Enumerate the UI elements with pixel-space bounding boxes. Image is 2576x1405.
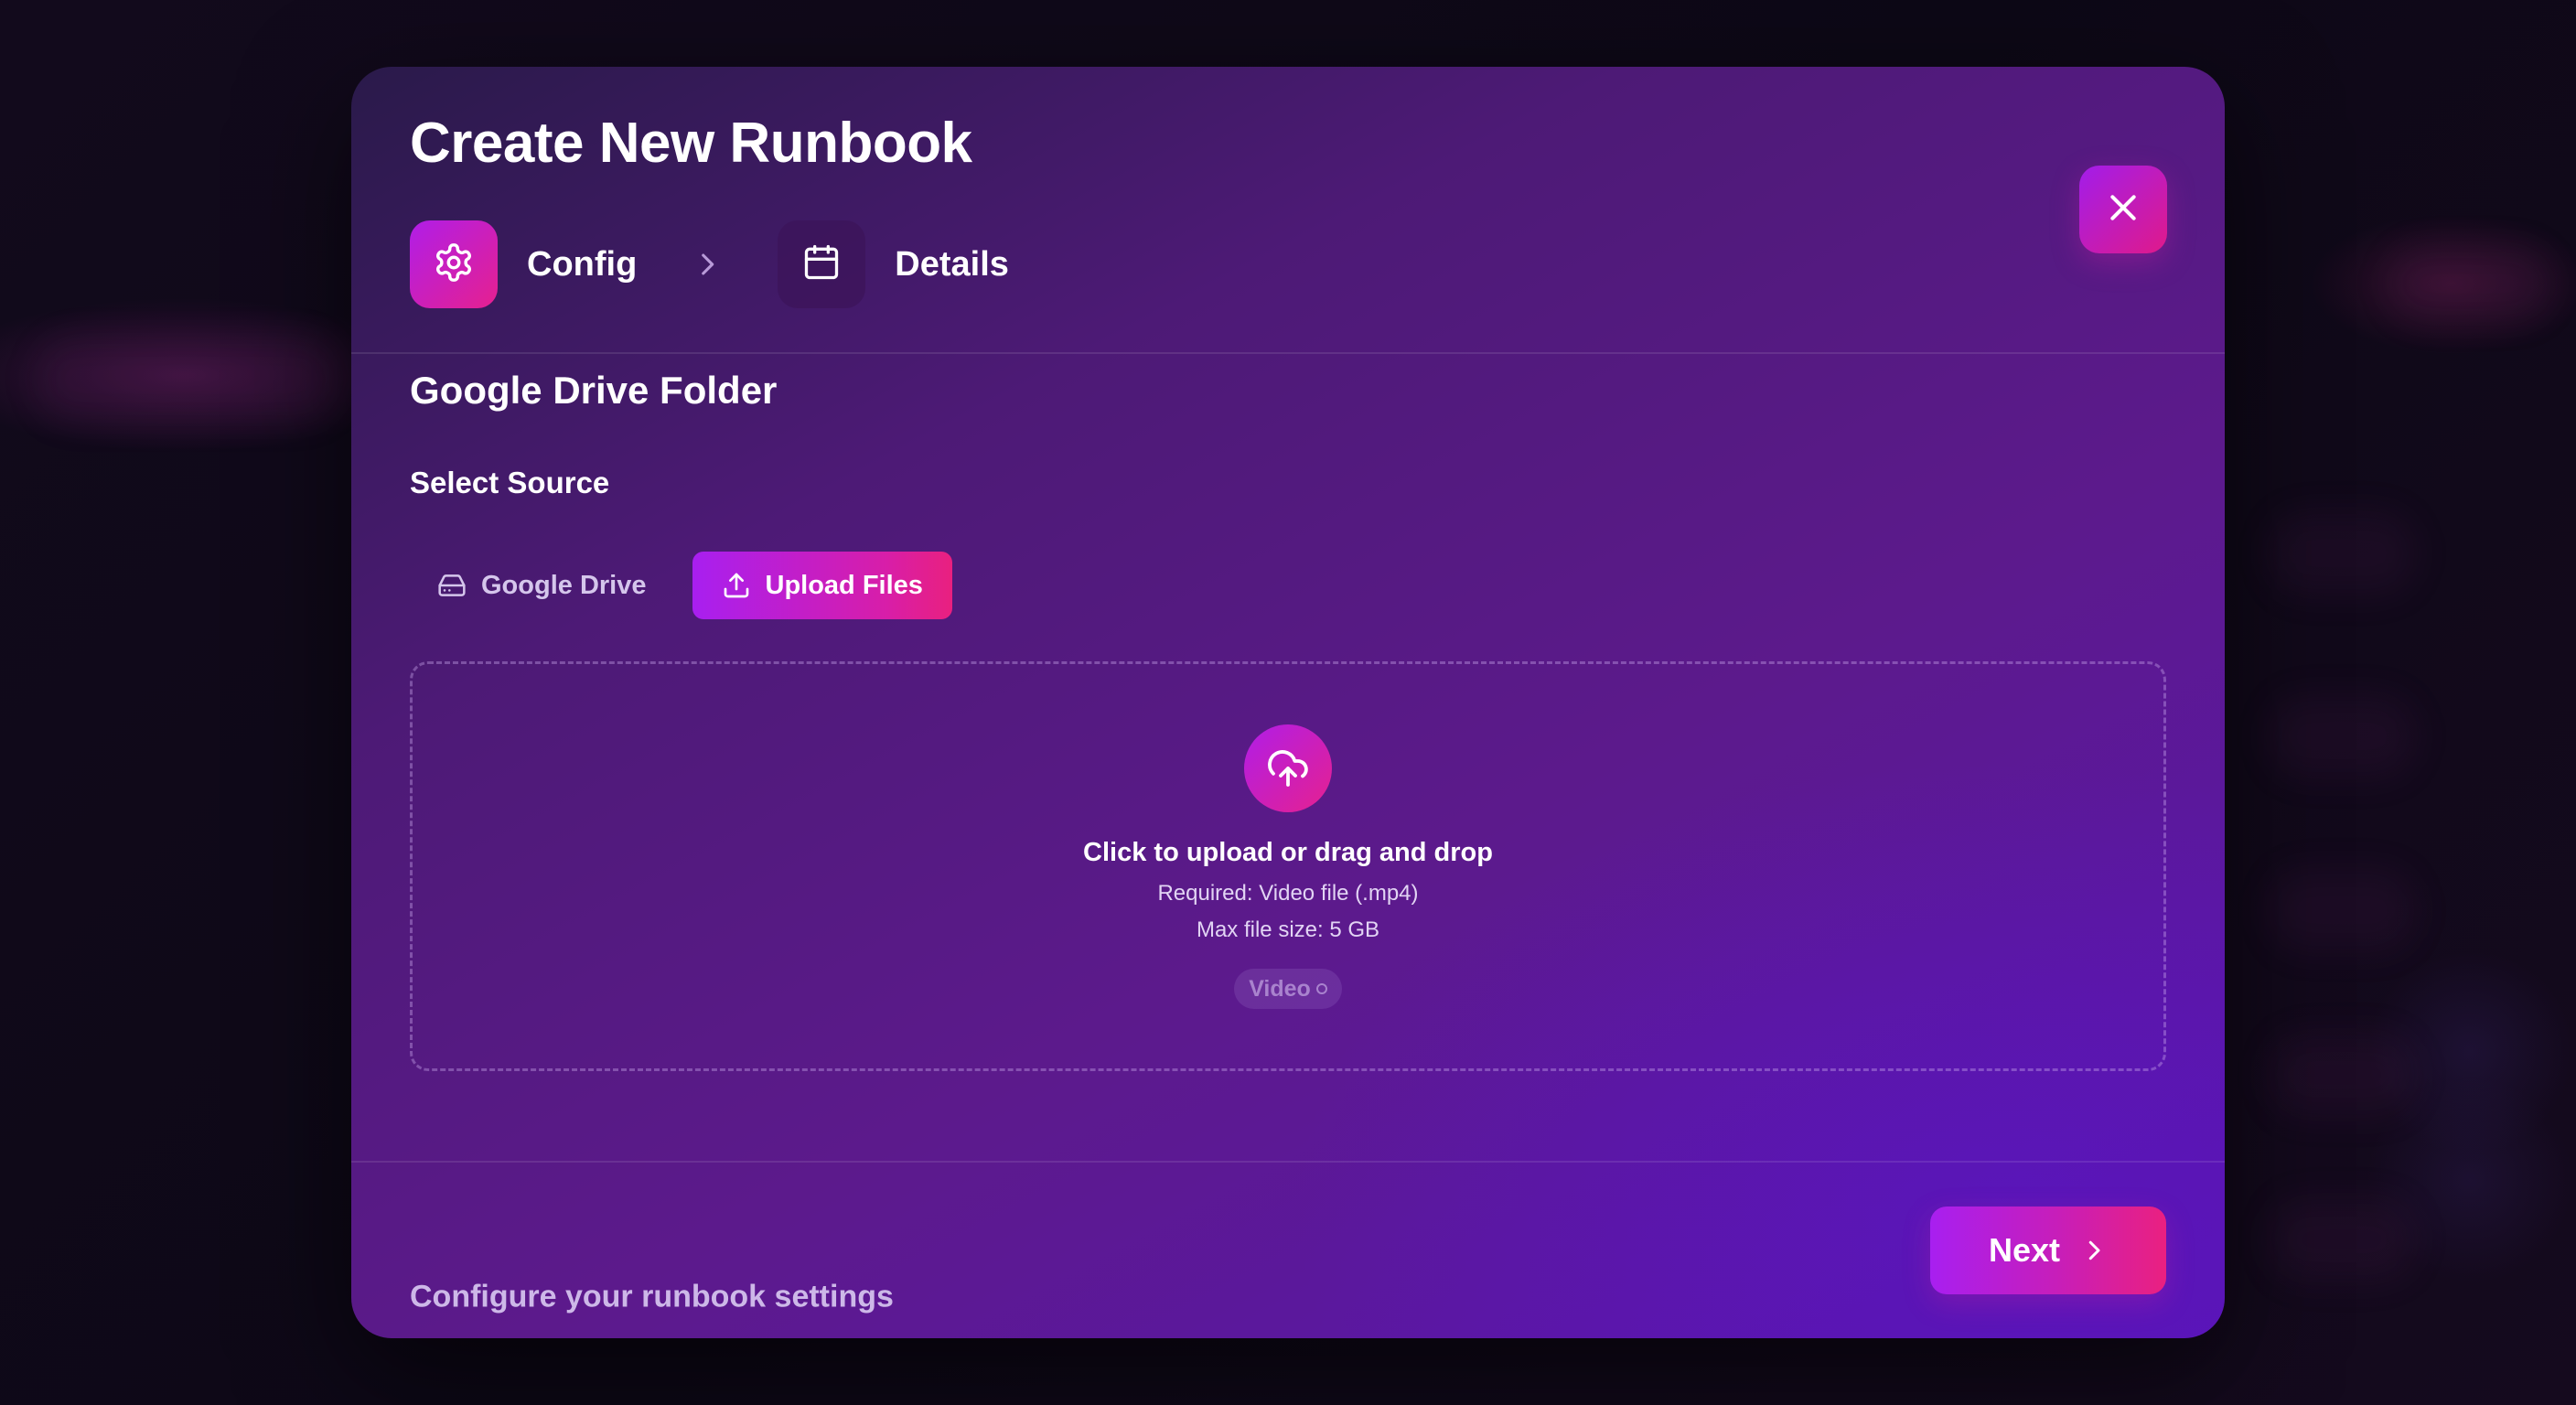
select-source-label: Select Source: [410, 466, 610, 499]
tab-google-drive-label: Google Drive: [481, 570, 647, 600]
modal-title: Create New Runbook: [410, 112, 972, 175]
close-icon: [2105, 189, 2141, 231]
close-button[interactable]: [2079, 166, 2167, 253]
step-config-icon-box[interactable]: [410, 220, 498, 308]
cloud-upload-icon: [1244, 724, 1332, 812]
file-dropzone[interactable]: Click to upload or drag and drop Require…: [410, 661, 2166, 1071]
dropzone-max-size-text: Max file size: 5 GB: [1196, 917, 1380, 942]
next-button-label: Next: [1988, 1231, 2061, 1269]
gear-icon: [433, 241, 475, 288]
footer-divider: [351, 1161, 2225, 1163]
upload-icon: [722, 571, 751, 600]
step-config-label[interactable]: Config: [527, 245, 637, 284]
section-title: Google Drive Folder: [410, 369, 778, 412]
step-details-icon-box[interactable]: [778, 220, 866, 308]
next-button[interactable]: Next: [1930, 1207, 2166, 1294]
file-type-badge: Video: [1234, 969, 1342, 1009]
chevron-right-icon: [2080, 1237, 2108, 1264]
tab-upload-files-label: Upload Files: [765, 570, 923, 600]
dropzone-title: Click to upload or drag and drop: [1083, 838, 1493, 867]
calendar-icon: [801, 242, 842, 287]
header-divider: [351, 352, 2225, 354]
tab-google-drive[interactable]: Google Drive: [410, 552, 676, 619]
create-runbook-modal: Create New Runbook Config Details Google…: [351, 67, 2225, 1338]
dropzone-required-text: Required: Video file (.mp4): [1157, 881, 1419, 906]
chevron-right-icon: [692, 249, 723, 280]
step-details-label[interactable]: Details: [895, 245, 1009, 284]
stepper: Config Details: [410, 220, 1009, 308]
source-tabs: Google Drive Upload Files: [410, 552, 952, 619]
footer-hint: Configure your runbook settings: [410, 1279, 894, 1314]
drive-icon: [437, 571, 467, 600]
tab-upload-files[interactable]: Upload Files: [692, 552, 952, 619]
circle-icon: [1315, 983, 1327, 994]
file-type-badge-label: Video: [1249, 975, 1311, 1002]
